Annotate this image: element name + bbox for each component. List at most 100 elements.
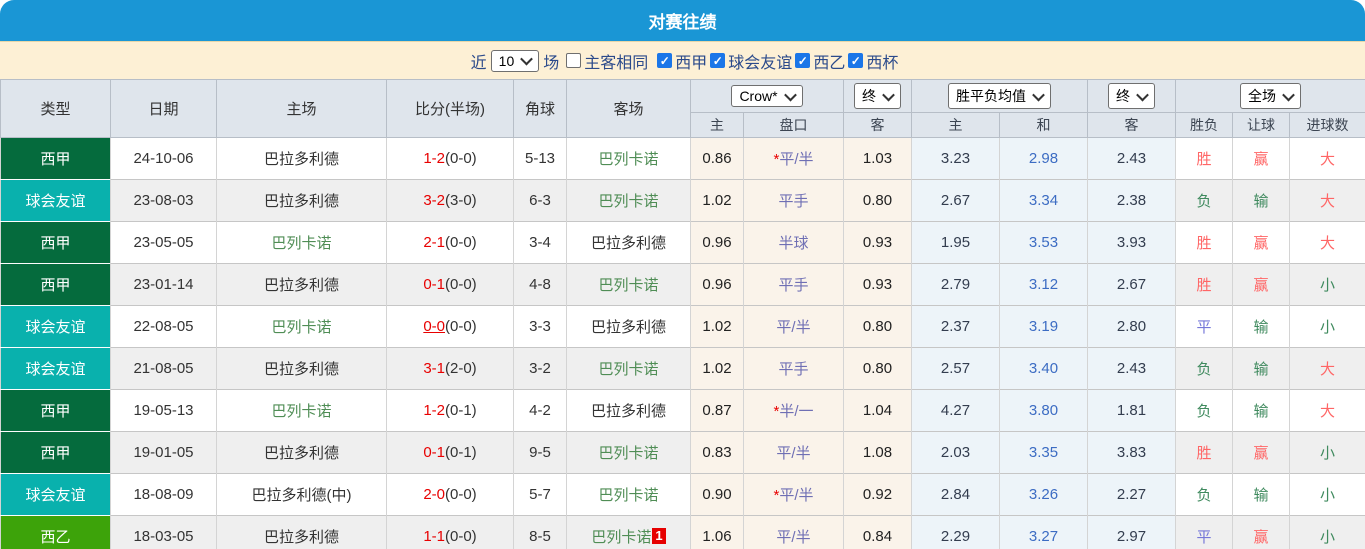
handicap-cell: *平/半 [743, 473, 844, 516]
away-team-name[interactable]: 巴列卡诺 [591, 529, 651, 546]
final-score: 1-2 [423, 402, 445, 419]
home-team-name[interactable]: 巴列卡诺 [271, 235, 331, 252]
avg-away-odds-cell: 2.27 [1087, 473, 1176, 516]
score-cell: 2-0(0-0) [386, 473, 514, 516]
result-cell: 负 [1175, 473, 1233, 516]
league-checkbox[interactable]: ✓ [848, 53, 864, 68]
league-filter-item: ✓ 西乙 [792, 49, 845, 73]
recent-count-select[interactable]: 10 [490, 49, 540, 72]
competition-type-badge: 球会友谊 [0, 347, 111, 390]
avg-time-select[interactable]: 终 [1108, 83, 1155, 109]
final-score: 3-1 [423, 360, 445, 377]
away-team-name[interactable]: 巴拉多利德 [591, 235, 666, 252]
date-cell: 23-08-03 [110, 179, 217, 222]
table-row: 球会友谊 18-08-09 巴拉多利德(中) 2-0(0-0) 5-7 巴列卡诺… [0, 473, 1365, 516]
league-checkbox[interactable]: ✓ [795, 53, 811, 68]
away-team-name[interactable]: 巴列卡诺 [598, 193, 658, 210]
subheader-goals: 进球数 [1288, 112, 1365, 138]
avg-home-odds-cell: 2.03 [911, 431, 1000, 474]
bookmaker-select[interactable]: Crow* [731, 85, 803, 107]
handicap-cell: *半/一 [743, 389, 844, 432]
away-team-name[interactable]: 巴列卡诺 [598, 361, 658, 378]
avg-away-odds-cell: 2.38 [1087, 179, 1176, 222]
half-time-score: (3-0) [445, 192, 477, 209]
handicap-line: 半球 [778, 235, 809, 252]
league-label: 球会友谊 [728, 54, 793, 72]
home-team-name[interactable]: 巴列卡诺 [271, 403, 331, 420]
chevron-down-icon [1136, 88, 1149, 101]
odds-time-select[interactable]: 终 [854, 83, 901, 109]
table-row: 西甲 19-01-05 巴拉多利德 0-1(0-1) 9-5 巴列卡诺 0.83… [0, 431, 1365, 474]
away-team-name[interactable]: 巴拉多利德 [591, 319, 666, 336]
home-team-name[interactable]: 巴拉多利德(中) [252, 487, 352, 504]
avg-odds-select[interactable]: 胜平负均值 [948, 83, 1051, 109]
corner-cell: 5-7 [513, 473, 567, 516]
chevron-down-icon [882, 88, 895, 101]
away-team-name[interactable]: 巴列卡诺 [598, 487, 658, 504]
handicap-result-cell: 赢 [1232, 263, 1290, 306]
home-team-name[interactable]: 巴拉多利德 [264, 445, 339, 462]
competition-type-badge: 球会友谊 [0, 473, 111, 516]
col-header-score: 比分(半场) [386, 79, 514, 138]
home-odds-cell: 0.83 [690, 431, 744, 474]
subheader-avg-away: 客 [1087, 112, 1176, 138]
home-team-name[interactable]: 巴拉多利德 [264, 361, 339, 378]
handicap-line: 平/半 [776, 319, 811, 336]
home-team-name[interactable]: 巴拉多利德 [264, 193, 339, 210]
col-header-home: 主场 [216, 79, 387, 138]
competition-type-badge: 西乙 [0, 515, 111, 549]
league-checkbox[interactable]: ✓ [657, 53, 673, 68]
goals-over-under-cell: 小 [1289, 473, 1365, 516]
table-row: 球会友谊 23-08-03 巴拉多利德 3-2(3-0) 6-3 巴列卡诺 1.… [0, 179, 1365, 222]
date-cell: 19-05-13 [110, 389, 217, 432]
result-cell: 负 [1175, 389, 1233, 432]
home-team-name[interactable]: 巴拉多利德 [264, 529, 339, 546]
handicap-line: 平手 [778, 193, 809, 210]
score-cell: 1-1(0-0) [386, 515, 514, 549]
avg-draw-odds-cell: 3.26 [999, 473, 1088, 516]
panel-title-bar: 对赛往绩 [0, 0, 1365, 41]
competition-type-badge: 球会友谊 [0, 305, 111, 348]
home-team-cell: 巴拉多利德 [216, 137, 387, 180]
home-team-name[interactable]: 巴拉多利德 [264, 151, 339, 168]
result-cell: 胜 [1175, 221, 1233, 264]
chevron-down-icon [1282, 88, 1295, 101]
away-team-name[interactable]: 巴拉多利德 [591, 403, 666, 420]
chevron-down-icon [783, 88, 797, 101]
away-team-name[interactable]: 巴列卡诺 [598, 277, 658, 294]
final-score: 2-1 [423, 234, 445, 251]
half-time-score: (0-0) [445, 150, 477, 167]
avg-away-odds-cell: 2.67 [1087, 263, 1176, 306]
filter-bar: 近 10 场 主客相同 ✓ 西甲 ✓ 球会友谊 ✓ 西乙 ✓ 西杯 [0, 41, 1365, 79]
handicap-result-cell: 输 [1232, 305, 1290, 348]
col-header-away: 客场 [566, 79, 691, 138]
scope-select[interactable]: 全场 [1240, 83, 1302, 109]
result-cell: 负 [1175, 347, 1233, 390]
final-score: 1-1 [423, 528, 445, 545]
final-score: 0-1 [423, 276, 445, 293]
table-row: 西甲 23-05-05 巴列卡诺 2-1(0-0) 3-4 巴拉多利德 0.96… [0, 221, 1365, 264]
away-team-name[interactable]: 巴列卡诺 [598, 151, 658, 168]
handicap-cell: 平/半 [743, 515, 844, 549]
goals-over-under-cell: 小 [1289, 431, 1365, 474]
away-team-name[interactable]: 巴列卡诺 [598, 445, 658, 462]
same-venue-checkbox[interactable] [566, 53, 582, 68]
handicap-line: 平/半 [776, 445, 811, 462]
date-cell: 23-05-05 [110, 221, 217, 264]
away-odds-cell: 0.93 [843, 263, 912, 306]
handicap-line: 平/半 [776, 529, 811, 546]
handicap-cell: 平/半 [743, 305, 844, 348]
home-odds-cell: 1.02 [690, 305, 744, 348]
handicap-cell: 平手 [743, 347, 844, 390]
home-team-name[interactable]: 巴列卡诺 [271, 319, 331, 336]
league-checkbox[interactable]: ✓ [710, 53, 726, 68]
col-header-date: 日期 [110, 79, 217, 138]
avg-draw-odds-cell: 3.35 [999, 431, 1088, 474]
subheader-result: 胜负 [1175, 112, 1233, 138]
avg-home-odds-cell: 3.23 [911, 137, 1000, 180]
away-odds-cell: 1.04 [843, 389, 912, 432]
avg-draw-odds-cell: 3.34 [999, 179, 1088, 222]
home-team-name[interactable]: 巴拉多利德 [264, 277, 339, 294]
subheader-handicap: 盘口 [743, 112, 844, 138]
score-cell: 3-1(2-0) [386, 347, 514, 390]
